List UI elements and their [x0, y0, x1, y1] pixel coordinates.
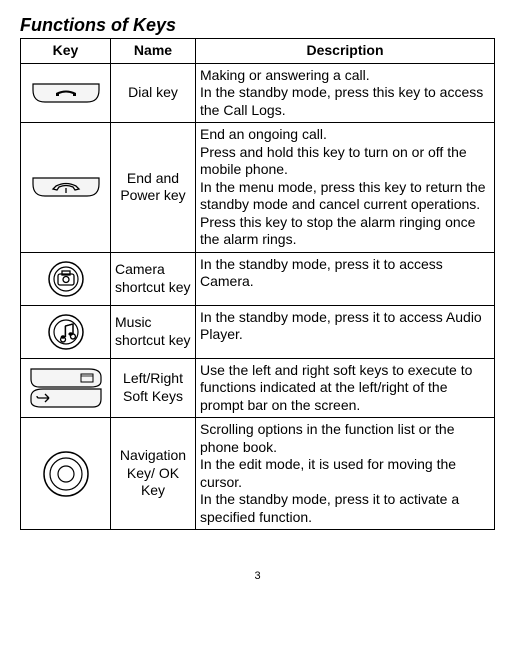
- table-row: Dial key Making or answering a call.In t…: [21, 63, 495, 123]
- camera-key-icon: [46, 259, 86, 299]
- key-description: End an ongoing call.Press and hold this …: [196, 123, 495, 253]
- soft-keys-icon: [29, 367, 103, 409]
- key-icon-cell: [21, 418, 111, 530]
- key-icon-cell: [21, 305, 111, 358]
- key-icon-cell: [21, 252, 111, 305]
- key-name: End and Power key: [111, 123, 196, 253]
- navigation-key-icon: [41, 449, 91, 499]
- page-number: 3: [20, 570, 495, 582]
- keys-table: Key Name Description Dial key Making or …: [20, 38, 495, 530]
- key-description: Scrolling options in the function list o…: [196, 418, 495, 530]
- table-row: Camera shortcut key In the standby mode,…: [21, 252, 495, 305]
- key-icon-cell: [21, 63, 111, 123]
- key-name: Camera shortcut key: [111, 252, 196, 305]
- key-icon-cell: [21, 123, 111, 253]
- music-key-icon: [46, 312, 86, 352]
- table-row: Left/Right Soft Keys Use the left and ri…: [21, 358, 495, 418]
- table-row: End and Power key End an ongoing call.Pr…: [21, 123, 495, 253]
- header-name: Name: [111, 39, 196, 64]
- key-name: Dial key: [111, 63, 196, 123]
- dial-key-icon: [31, 82, 101, 104]
- key-description: Use the left and right soft keys to exec…: [196, 358, 495, 418]
- key-name: Navigation Key/ OK Key: [111, 418, 196, 530]
- header-description: Description: [196, 39, 495, 64]
- end-power-key-icon: [31, 176, 101, 198]
- key-name: Left/Right Soft Keys: [111, 358, 196, 418]
- table-row: Navigation Key/ OK Key Scrolling options…: [21, 418, 495, 530]
- key-description: Making or answering a call.In the standb…: [196, 63, 495, 123]
- key-description: In the standby mode, press it to access …: [196, 252, 495, 305]
- header-key: Key: [21, 39, 111, 64]
- key-description: In the standby mode, press it to access …: [196, 305, 495, 358]
- key-icon-cell: [21, 358, 111, 418]
- section-heading: Functions of Keys: [20, 15, 495, 36]
- key-name: Music shortcut key: [111, 305, 196, 358]
- table-row: Music shortcut key In the standby mode, …: [21, 305, 495, 358]
